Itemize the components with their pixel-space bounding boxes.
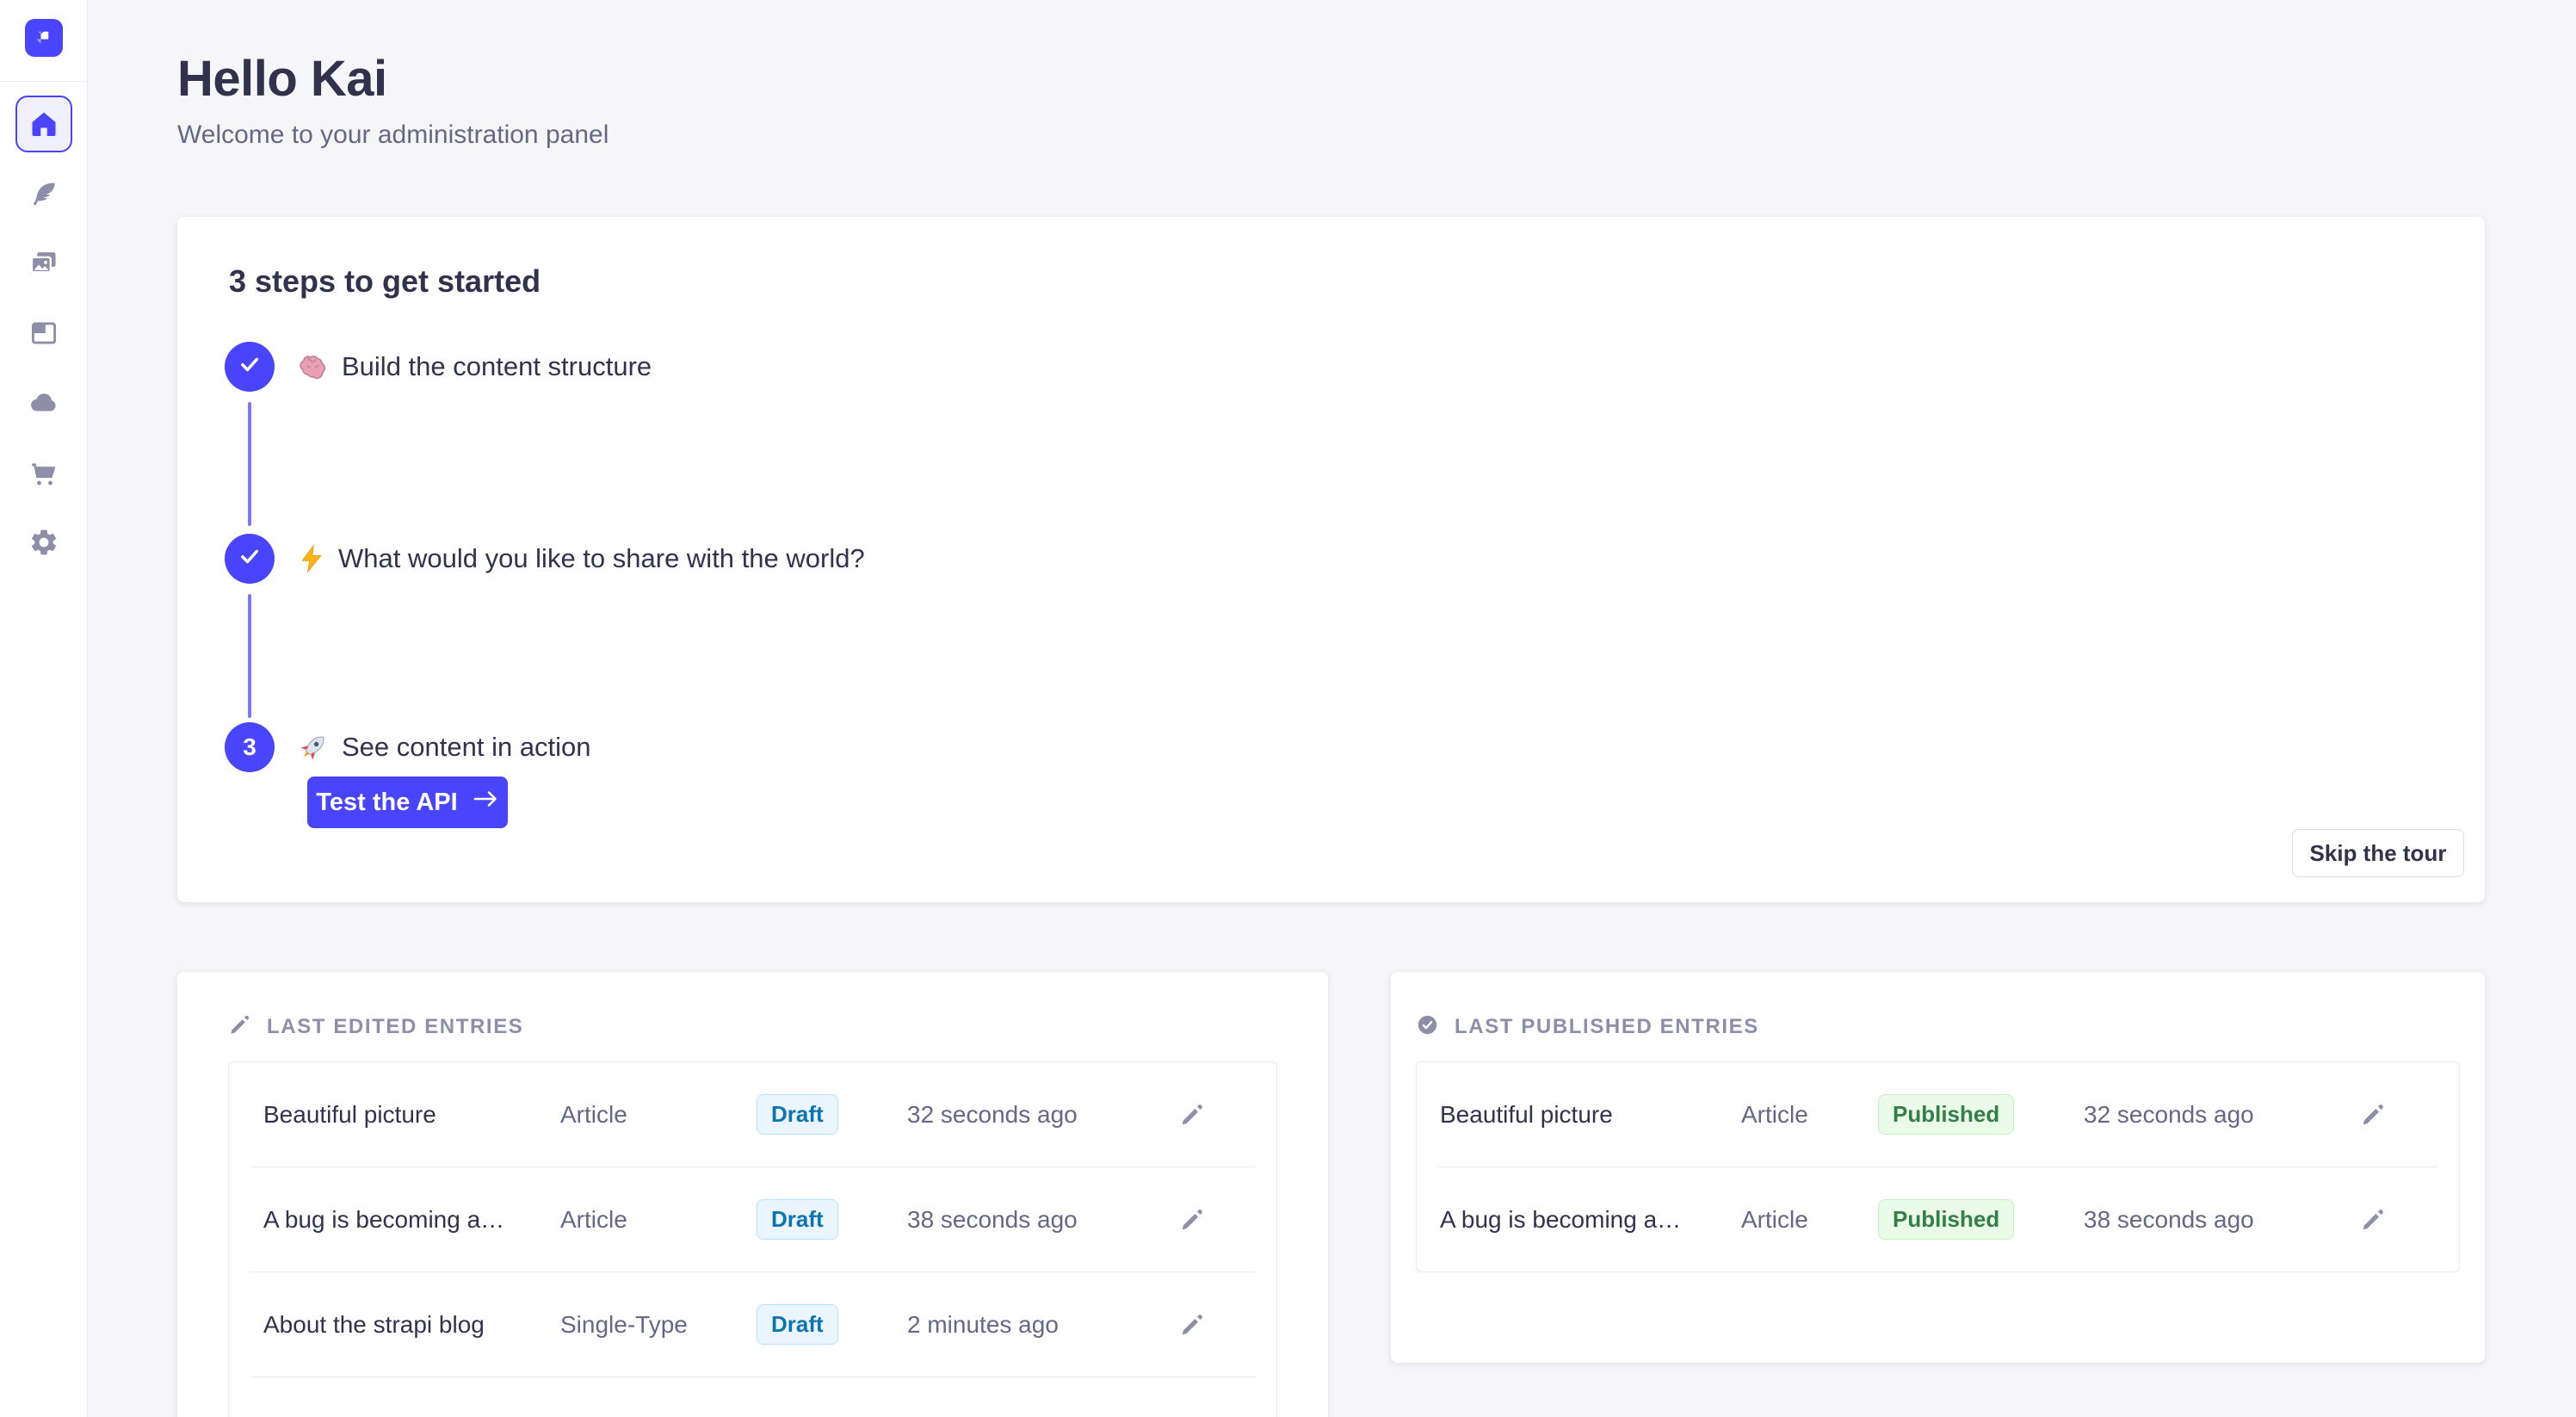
step-2-check-circle [225, 534, 275, 584]
brain-emoji [297, 350, 330, 383]
step-3-number-circle: 3 [225, 722, 275, 772]
step-2-text: What would you like to share with the wo… [338, 543, 865, 574]
entry-title: A bug is becoming a… [1440, 1206, 1741, 1234]
entry-time: 32 seconds ago [907, 1101, 1173, 1129]
step-1-check-circle [225, 342, 275, 392]
pencil-icon [228, 1013, 251, 1041]
check-icon [237, 351, 263, 383]
step-3-label: See content in action [297, 722, 591, 772]
cart-icon [28, 457, 59, 488]
table-row: A bug is becoming a… Article Draft 38 se… [229, 1167, 1276, 1272]
step-2-label: What would you like to share with the wo… [297, 534, 865, 584]
edit-entry-button[interactable] [2354, 1096, 2392, 1134]
step-1-text: Build the content structure [342, 351, 652, 382]
gear-icon [28, 527, 59, 558]
last-published-table: Beautiful picture Article Published 32 s… [1416, 1061, 2460, 1272]
step-connector [248, 594, 251, 718]
status-badge: Draft [757, 1304, 838, 1345]
strapi-admin-homepage: Hello Kai Welcome to your administration… [0, 0, 2576, 1417]
sidebar-item-content-type-builder[interactable] [15, 305, 72, 362]
getting-started-card: 3 steps to get started Build the content… [177, 217, 2485, 902]
step-connector [248, 402, 251, 526]
status-badge: Draft [757, 1094, 838, 1135]
lightning-emoji [297, 542, 326, 575]
rocket-emoji [297, 731, 330, 764]
getting-started-title: 3 steps to get started [229, 263, 541, 300]
entry-title: Beautiful picture [1440, 1101, 1741, 1129]
entry-kind: Article [1741, 1101, 1878, 1129]
step-3-text: See content in action [342, 732, 591, 763]
status-badge: Published [1878, 1094, 2014, 1135]
last-published-panel: LAST PUBLISHED ENTRIES Beautiful picture… [1391, 972, 2485, 1363]
edit-entry-button[interactable] [1173, 1096, 1211, 1134]
entry-time: 32 seconds ago [2084, 1101, 2354, 1129]
entry-time: 2 minutes ago [907, 1311, 1173, 1339]
sidebar-item-content-manager[interactable] [15, 165, 72, 222]
main-content: Hello Kai Welcome to your administration… [88, 0, 2576, 1417]
entry-title: Beautiful picture [263, 1101, 560, 1129]
entry-kind: Article [1741, 1206, 1878, 1234]
step-1-label: Build the content structure [297, 342, 652, 392]
arrow-right-icon [472, 788, 499, 817]
home-icon [28, 108, 59, 139]
sidebar-divider [0, 81, 88, 82]
strapi-logo-icon [32, 25, 55, 51]
last-edited-table: Beautiful picture Article Draft 32 secon… [228, 1061, 1277, 1417]
last-published-header: LAST PUBLISHED ENTRIES [1416, 972, 2460, 1041]
sidebar-item-media-library[interactable] [15, 235, 72, 292]
page-title: Hello Kai [177, 50, 387, 108]
last-edited-panel: LAST EDITED ENTRIES Beautiful picture Ar… [177, 972, 1328, 1417]
table-row: About the strapi blog Single-Type Draft … [229, 1272, 1276, 1377]
status-badge: Draft [757, 1199, 838, 1240]
entry-kind: Single-Type [560, 1311, 757, 1339]
table-row: A bug is becoming a… Article Published 3… [1417, 1167, 2459, 1272]
test-api-label: Test the API [316, 789, 457, 817]
last-published-heading: LAST PUBLISHED ENTRIES [1455, 1015, 1759, 1039]
entry-kind: Article [560, 1206, 757, 1234]
sidebar-item-cloud[interactable] [15, 374, 72, 431]
status-badge: Published [1878, 1199, 2014, 1240]
step-3-number: 3 [243, 733, 256, 761]
page-subtitle: Welcome to your administration panel [177, 121, 608, 150]
check-icon [237, 543, 263, 575]
table-row: Beautiful picture Article Published 32 s… [1417, 1062, 2459, 1166]
sidebar-item-home[interactable] [15, 96, 72, 152]
entry-title: A bug is becoming a… [263, 1206, 560, 1234]
edit-entry-button[interactable] [1173, 1306, 1211, 1344]
edit-entry-button[interactable] [1173, 1201, 1211, 1239]
sidebar-item-marketplace[interactable] [15, 444, 72, 501]
edit-entry-button[interactable] [2354, 1201, 2392, 1239]
layout-icon [28, 318, 59, 349]
last-edited-header: LAST EDITED ENTRIES [228, 972, 1277, 1041]
last-edited-heading: LAST EDITED ENTRIES [267, 1015, 523, 1039]
sidebar-nav [15, 96, 72, 584]
media-library-icon [28, 248, 59, 279]
feather-icon [28, 178, 59, 209]
table-row: Beautiful picture Article Draft 32 secon… [229, 1062, 1276, 1166]
check-circle-icon [1416, 1013, 1439, 1041]
entry-time: 38 seconds ago [907, 1206, 1173, 1234]
strapi-logo[interactable] [25, 19, 63, 57]
entry-kind: Article [560, 1101, 757, 1129]
cloud-icon [28, 387, 60, 419]
sidebar [0, 0, 88, 1417]
sidebar-item-settings[interactable] [15, 514, 72, 571]
entry-time: 38 seconds ago [2084, 1206, 2354, 1234]
entry-title: About the strapi blog [263, 1311, 560, 1339]
test-api-button[interactable]: Test the API [307, 777, 508, 828]
skip-tour-button[interactable]: Skip the tour [2292, 829, 2464, 877]
